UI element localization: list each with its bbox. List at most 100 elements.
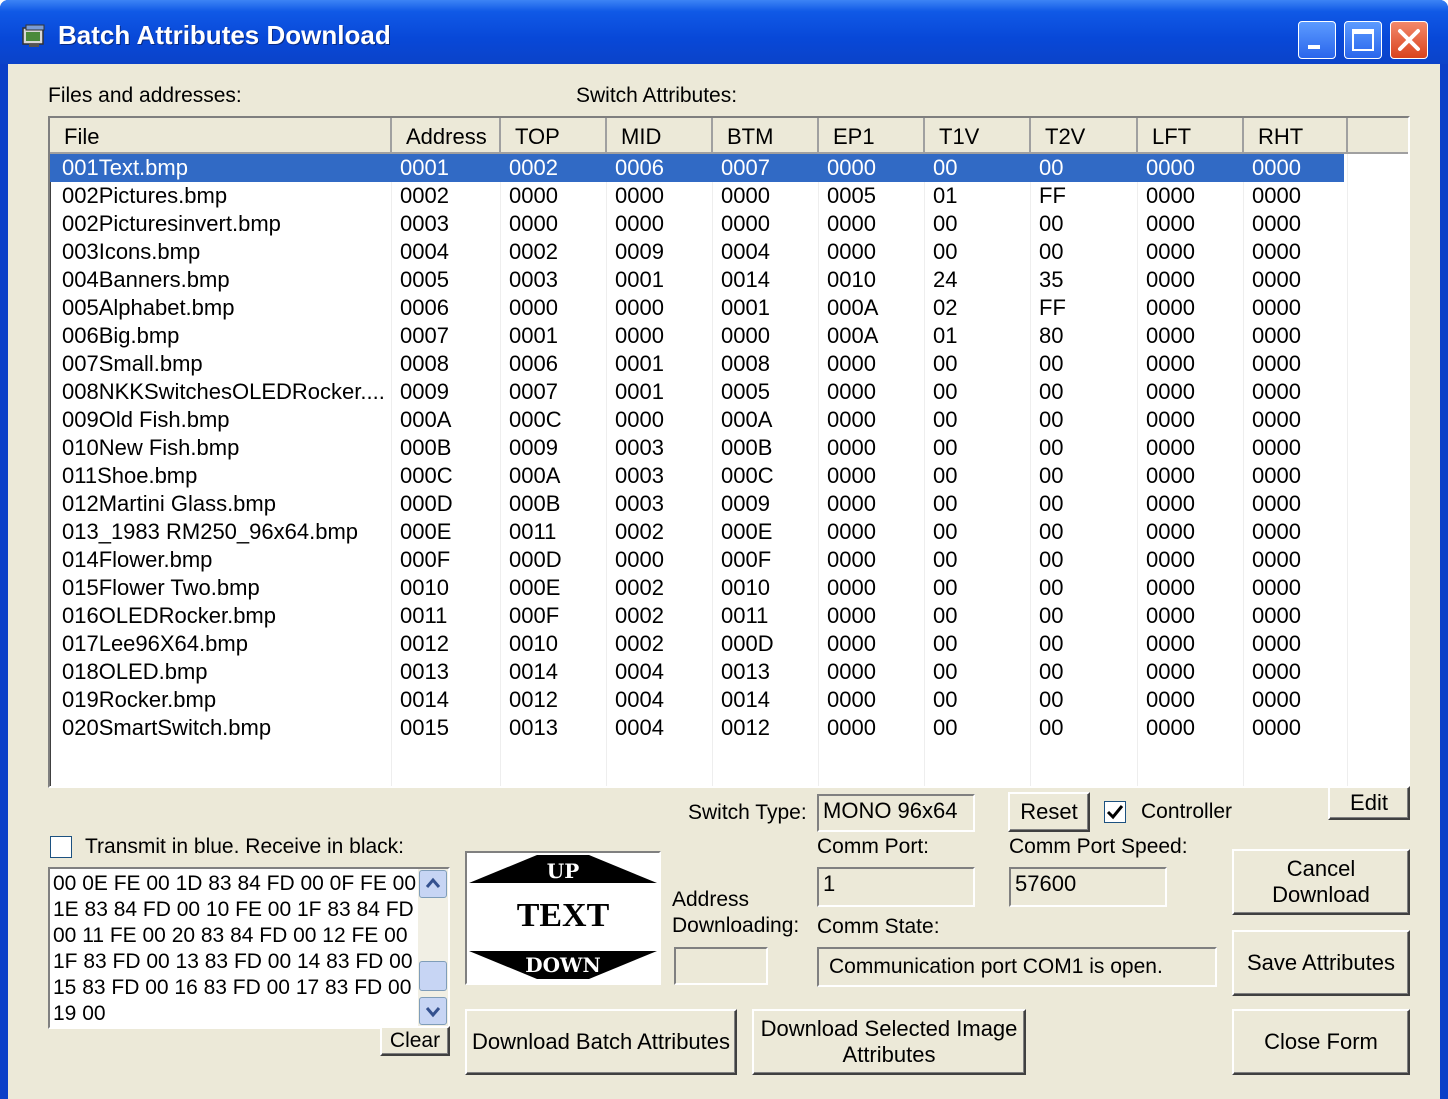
cell-rht: 0000	[1252, 323, 1301, 348]
edit-button[interactable]: Edit	[1328, 786, 1410, 820]
column-header-address[interactable]: Address	[392, 118, 501, 154]
maximize-button[interactable]	[1344, 21, 1382, 59]
table-row[interactable]: 016OLEDRocker.bmp 0011 000F 0002 0011 0000 00 0…	[50, 602, 1344, 630]
column-header-btm[interactable]: BTM	[713, 118, 819, 154]
column-header-lft[interactable]: LFT	[1138, 118, 1244, 154]
cell-address: 0013	[400, 659, 449, 684]
cell-rht: 0000	[1252, 295, 1301, 320]
table-row[interactable]: 003Icons.bmp 0004 0002 0009 0004 0000 00 00 0000…	[50, 238, 1344, 266]
table-row[interactable]: 007Small.bmp 0008 0006 0001 0008 0000 00 00 0000…	[50, 350, 1344, 378]
download-batch-attributes-button[interactable]: Download Batch Attributes	[465, 1009, 737, 1075]
table-row[interactable]: 010New Fish.bmp 000B 0009 0003 000B 0000 00 00 0…	[50, 434, 1344, 462]
scroll-up-button[interactable]	[419, 870, 447, 898]
table-row[interactable]: 014Flower.bmp 000F 000D 0000 000F 0000 00 00 000…	[50, 546, 1344, 574]
attributes-list-view[interactable]: File Address TOP MID BTM EP1 T1V T2V LFT RHT 001T…	[48, 116, 1410, 788]
cell-t1v: 00	[933, 491, 958, 516]
table-row[interactable]: 015Flower Two.bmp 0010 000E 0002 0010 0000 00 0…	[50, 574, 1344, 602]
table-row[interactable]: 019Rocker.bmp 0014 0012 0004 0014 0000 00 00 000…	[50, 686, 1344, 714]
table-row[interactable]: 012Martini Glass.bmp 000D 000B 0003 0009 0000…	[50, 490, 1344, 518]
cell-mid: 0000	[615, 211, 664, 236]
column-header-mid[interactable]: MID	[607, 118, 713, 154]
transmit-checkbox[interactable]	[50, 836, 72, 858]
title-bar[interactable]: Batch Attributes Download	[0, 0, 1448, 64]
table-row[interactable]: 001Text.bmp 0001 0002 0006 0007 0000 00 00 0000 0…	[50, 154, 1344, 182]
close-form-button[interactable]: Close Form	[1232, 1009, 1410, 1075]
cancel-download-label-line2: Download	[1272, 882, 1370, 907]
column-header-rht[interactable]: RHT	[1244, 118, 1348, 154]
transmit-log-textbox[interactable]: 00 0E FE 00 1D 83 84 FD 00 0F FE 00 1E 8…	[48, 867, 450, 1029]
column-header-t2v[interactable]: T2V	[1031, 118, 1138, 154]
cell-ep1: 0000	[827, 659, 876, 684]
cell-ep1: 0000	[827, 463, 876, 488]
save-attributes-button[interactable]: Save Attributes	[1232, 930, 1410, 996]
switch-preview: UP TEXT DOWN	[465, 851, 661, 985]
cell-rht: 0000	[1252, 631, 1301, 656]
table-row[interactable]: 013_1983 RM250_96x64.bmp 000E 0011 0002 000E…	[50, 518, 1344, 546]
table-row[interactable]: 002Pictures.bmp 0002 0000 0000 0000 0005 01 FF 0…	[50, 182, 1344, 210]
table-row[interactable]: 017Lee96X64.bmp 0012 0010 0002 000D 0000 00 00 0…	[50, 630, 1344, 658]
scroll-thumb[interactable]	[419, 961, 447, 991]
cell-t1v: 24	[933, 267, 958, 292]
clear-button[interactable]: Clear	[380, 1026, 450, 1056]
table-row[interactable]: 006Big.bmp 0007 0001 0000 0000 000A 01 80 0000 00…	[50, 322, 1344, 350]
cell-t1v: 02	[933, 295, 958, 320]
cell-t2v: 00	[1039, 519, 1064, 544]
cell-rht: 0000	[1252, 687, 1301, 712]
cell-address: 0005	[400, 267, 449, 292]
cell-btm: 0000	[721, 323, 770, 348]
table-row[interactable]: 018OLED.bmp 0013 0014 0004 0013 0000 00 00 0000 0…	[50, 658, 1344, 686]
switch-attributes-label: Switch Attributes:	[576, 84, 738, 107]
scroll-down-button[interactable]	[419, 997, 447, 1025]
cell-mid: 0002	[615, 631, 664, 656]
comm-port-speed-field[interactable]: 57600	[1009, 867, 1167, 907]
log-scrollbar[interactable]	[418, 869, 448, 1027]
column-header-ep1[interactable]: EP1	[819, 118, 925, 154]
table-row[interactable]: 005Alphabet.bmp 0006 0000 0000 0001 000A 02 FF 0…	[50, 294, 1344, 322]
cell-top: 0003	[509, 267, 558, 292]
column-header-t1v[interactable]: T1V	[925, 118, 1031, 154]
cell-t2v: 00	[1039, 211, 1064, 236]
table-row[interactable]: 020SmartSwitch.bmp 0015 0013 0004 0012 0000 00…	[50, 714, 1344, 742]
cell-file: 011Shoe.bmp	[62, 463, 198, 488]
cell-t2v: FF	[1039, 295, 1066, 320]
cell-file: 019Rocker.bmp	[62, 687, 217, 712]
table-row[interactable]: 002Picturesinvert.bmp 0003 0000 0000 0000 000…	[50, 210, 1344, 238]
cell-address: 0001	[400, 155, 449, 180]
cell-top: 000B	[509, 491, 561, 516]
cancel-download-button[interactable]: Cancel Download	[1232, 849, 1410, 915]
cell-ep1: 0000	[827, 211, 876, 236]
cell-t2v: 80	[1039, 323, 1064, 348]
download-selected-attributes-button[interactable]: Download Selected Image Attributes	[752, 1009, 1026, 1075]
table-row[interactable]: 011Shoe.bmp 000C 000A 0003 000C 0000 00 00 0000 0…	[50, 462, 1344, 490]
cancel-download-label-line1: Cancel	[1286, 856, 1356, 881]
column-header-file[interactable]: File	[50, 118, 392, 154]
window-title: Batch Attributes Download	[58, 20, 391, 50]
cell-address: 0008	[400, 351, 449, 376]
cell-file: 013_1983 RM250_96x64.bmp	[62, 519, 359, 544]
checkmark-icon	[1106, 805, 1124, 820]
cell-mid: 0004	[615, 659, 664, 684]
table-row[interactable]: 004Banners.bmp 0005 0003 0001 0014 0010 24 35 00…	[50, 266, 1344, 294]
controller-checkbox[interactable]	[1104, 801, 1126, 823]
cell-rht: 0000	[1252, 463, 1301, 488]
minimize-button[interactable]	[1298, 21, 1336, 59]
comm-port-field[interactable]: 1	[817, 867, 975, 907]
reset-button[interactable]: Reset	[1008, 792, 1090, 832]
table-row[interactable]: 008NKKSwitchesOLEDRocker.... 0009 0007 0001…	[50, 378, 1344, 406]
cell-t2v: 00	[1039, 239, 1064, 264]
cell-ep1: 0010	[827, 267, 876, 292]
cell-lft: 0000	[1146, 295, 1195, 320]
cell-mid: 0003	[615, 435, 664, 460]
cell-mid: 0000	[615, 183, 664, 208]
cell-btm: 0004	[721, 239, 770, 264]
cell-t2v: 00	[1039, 491, 1064, 516]
cell-address: 000E	[400, 519, 452, 544]
cell-lft: 0000	[1146, 715, 1195, 740]
column-header-top[interactable]: TOP	[501, 118, 607, 154]
cell-btm: 0014	[721, 267, 770, 292]
table-row[interactable]: 009Old Fish.bmp 000A 000C 0000 000A 0000 00 00 0…	[50, 406, 1344, 434]
close-button[interactable]	[1390, 21, 1428, 59]
cell-t1v: 01	[933, 323, 958, 348]
list-header: File Address TOP MID BTM EP1 T1V T2V LFT RHT	[50, 118, 1408, 154]
cell-rht: 0000	[1252, 183, 1301, 208]
